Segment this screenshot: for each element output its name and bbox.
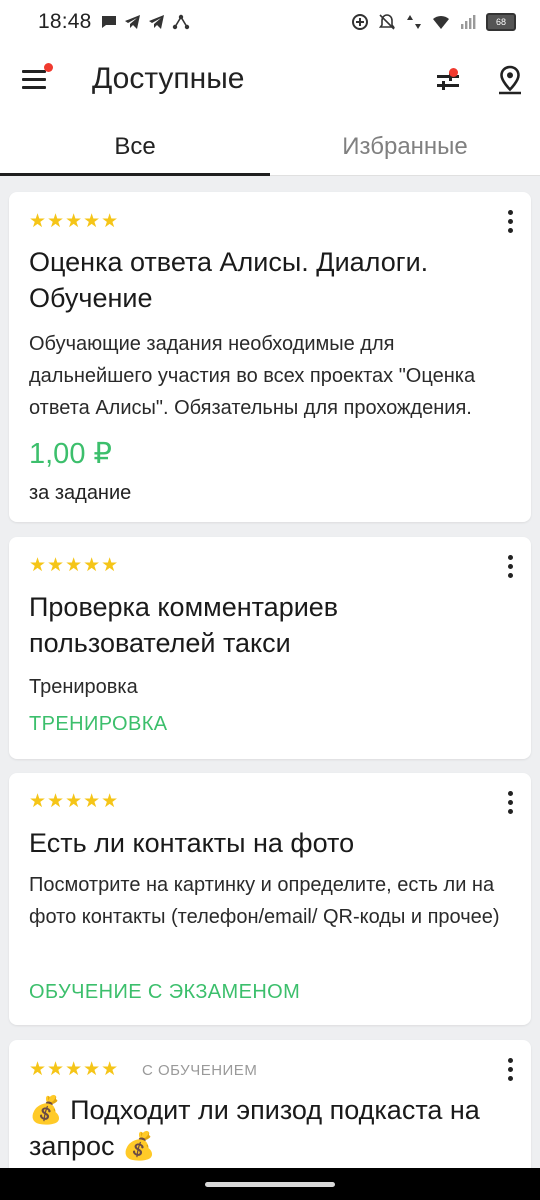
- task-title: Оценка ответа Алисы. Диалоги. Обучение: [29, 247, 429, 313]
- status-time: 18:48: [38, 10, 92, 33]
- rating-stars: ★★★★★: [29, 791, 120, 812]
- notification-dot: [449, 68, 458, 77]
- wifi-icon: [433, 15, 449, 29]
- notification-dot: [44, 63, 53, 72]
- tab-all[interactable]: Все: [0, 118, 270, 176]
- rating-stars: ★★★★★: [29, 211, 120, 232]
- app-bar: Доступные: [0, 44, 540, 118]
- task-title: Есть ли контакты на фото: [29, 828, 355, 858]
- task-card[interactable]: ★★★★★ Оценка ответа Алисы. Диалоги. Обуч…: [9, 192, 531, 522]
- alarm-off-icon: [378, 14, 396, 30]
- data-saver-icon: [352, 14, 368, 30]
- tab-bar: Все Избранные: [0, 118, 540, 176]
- map-button[interactable]: [496, 64, 524, 96]
- home-gesture-handle[interactable]: [205, 1182, 335, 1187]
- task-list[interactable]: ★★★★★ Оценка ответа Алисы. Диалоги. Обуч…: [0, 176, 540, 1168]
- task-type-label: ТРЕНИРОВКА: [29, 713, 168, 735]
- task-description: Обучающие задания необходимые для дальне…: [29, 333, 476, 419]
- task-card[interactable]: ★★★★★ Есть ли контакты на фото Посмотрит…: [9, 773, 531, 1025]
- signal-icon: [461, 15, 476, 29]
- telegram-icon: [148, 15, 164, 29]
- task-price: 1,00 ₽: [29, 438, 112, 470]
- task-type-label: ОБУЧЕНИЕ С ЭКЗАМЕНОМ: [29, 981, 301, 1003]
- more-options-button[interactable]: [503, 553, 517, 581]
- task-description: Тренировка: [29, 676, 138, 698]
- more-options-button[interactable]: [503, 789, 517, 817]
- telegram-icon: [124, 15, 140, 29]
- network-share-icon: [172, 14, 189, 30]
- task-title: 💰 Подходит ли эпизод подкаста на запрос …: [29, 1095, 480, 1161]
- chat-bubble-icon: [101, 16, 116, 28]
- more-options-button[interactable]: [503, 208, 517, 236]
- status-left-icons: [100, 13, 190, 31]
- rating-stars: ★★★★★: [29, 555, 120, 576]
- price-unit: за задание: [29, 482, 132, 504]
- more-options-button[interactable]: [503, 1056, 517, 1084]
- task-description: Посмотрите на картинку и определите, ест…: [29, 874, 500, 928]
- task-card[interactable]: ★★★★★ С ОБУЧЕНИЕМ 💰 Подходит ли эпизод п…: [9, 1040, 531, 1168]
- status-bar: 18:48 68: [0, 0, 540, 44]
- page-title: Доступные: [92, 62, 245, 95]
- rating-stars: ★★★★★: [29, 1059, 120, 1080]
- training-badge: С ОБУЧЕНИЕМ: [142, 1062, 258, 1079]
- battery-icon: 68: [486, 13, 516, 31]
- menu-button[interactable]: [22, 63, 53, 90]
- map-pin-icon: [499, 65, 521, 95]
- task-card[interactable]: ★★★★★ Проверка комментариев пользователе…: [9, 537, 531, 759]
- status-right-icons: 68: [351, 13, 516, 31]
- wifi-data-icon: [407, 15, 421, 29]
- filter-button[interactable]: [434, 66, 464, 94]
- tab-favorites[interactable]: Избранные: [270, 118, 540, 175]
- task-title: Проверка комментариев пользователей такс…: [29, 592, 339, 658]
- system-nav-bar: [0, 1168, 540, 1200]
